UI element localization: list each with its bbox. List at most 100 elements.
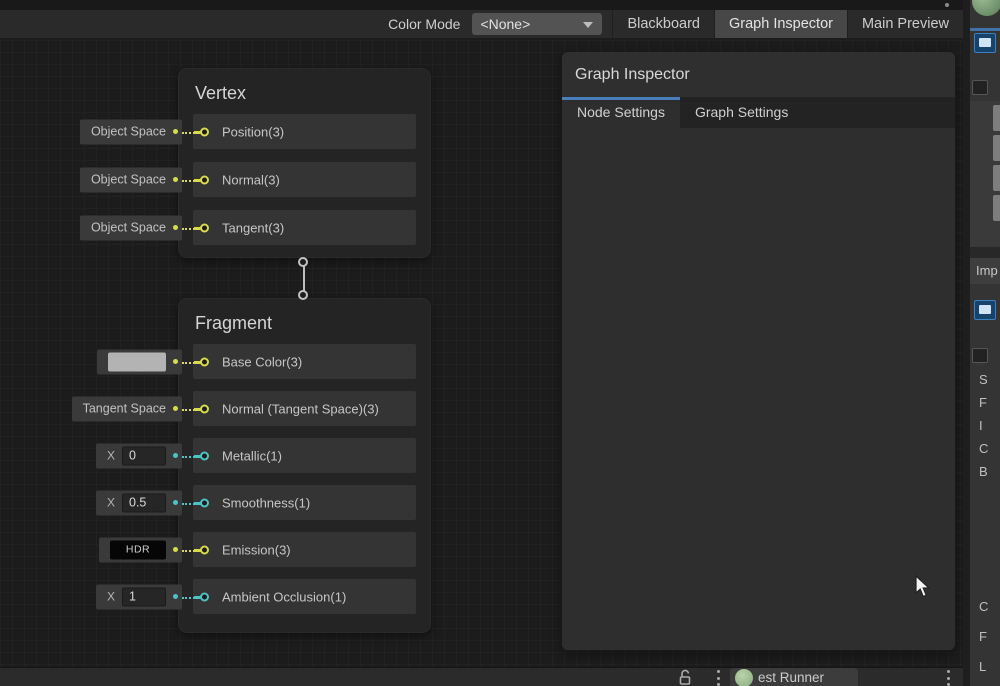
field-initial: I xyxy=(979,414,999,437)
color-mode-value: <None> xyxy=(480,16,530,32)
toolbar-button-main-preview[interactable]: Main Preview xyxy=(847,10,963,38)
toolbar-buttons: BlackboardGraph InspectorMain Preview xyxy=(612,10,963,38)
bottom-bar: est Runner xyxy=(0,667,963,686)
node-port-row: Object SpaceNormal(3) xyxy=(193,162,416,197)
node-title: Fragment xyxy=(195,310,416,336)
node-port-row: X0Metallic(1) xyxy=(193,438,416,473)
color-control[interactable] xyxy=(97,349,182,374)
tab-graph-settings[interactable]: Graph Settings xyxy=(680,97,803,128)
inspector-tabstrip: Node SettingsGraph Settings xyxy=(562,97,955,128)
unity-inspector-sliver: Imp SFICB CFL xyxy=(963,0,1000,686)
float-control[interactable]: X1 xyxy=(96,584,182,609)
input-port-icon[interactable] xyxy=(200,223,209,232)
field-initial: F xyxy=(979,391,999,414)
hdr-color-swatch: HDR xyxy=(110,540,166,559)
port-connector-dot xyxy=(173,129,178,134)
port-connector-dot xyxy=(173,225,178,230)
fragment-node[interactable]: FragmentBase Color(3)Tangent SpaceNormal… xyxy=(178,298,431,633)
space-dropdown-value: Object Space xyxy=(91,173,166,187)
hdr-control[interactable]: HDR xyxy=(99,537,182,562)
graph-inspector-panel: Graph Inspector Node SettingsGraph Setti… xyxy=(562,52,955,650)
port-label: Normal(3) xyxy=(222,172,280,187)
tab-node-settings[interactable]: Node Settings xyxy=(562,97,680,128)
selection-highlight xyxy=(970,28,1000,31)
sphere-preview-icon xyxy=(735,669,753,686)
float-control[interactable]: X0 xyxy=(96,443,182,468)
port-label: Ambient Occlusion(1) xyxy=(222,589,346,604)
space-dropdown-value: Object Space xyxy=(91,125,166,139)
checkbox[interactable] xyxy=(972,348,988,363)
input-port-icon[interactable] xyxy=(200,175,209,184)
x-prefix: X xyxy=(107,496,115,510)
node-port-row: Tangent SpaceNormal (Tangent Space)(3) xyxy=(193,391,416,426)
field-input-sliver[interactable] xyxy=(993,105,1000,131)
graph-inspector-title: Graph Inspector xyxy=(562,52,955,97)
input-port-icon[interactable] xyxy=(200,451,209,460)
edge-connector-top-icon[interactable] xyxy=(298,257,308,267)
field-initial: S xyxy=(979,368,999,391)
inspector-sliver-content: Imp SFICB CFL xyxy=(970,0,1000,686)
float-control[interactable]: X 0.5 xyxy=(96,490,182,515)
port-connector-dot xyxy=(173,359,178,364)
field-input-sliver[interactable] xyxy=(993,165,1000,191)
graph-toolbar: Color Mode <None> BlackboardGraph Inspec… xyxy=(0,10,963,40)
port-connector-dot xyxy=(173,453,178,458)
vertex-node[interactable]: Vertex Object SpacePosition(3) Object Spac… xyxy=(178,68,431,258)
port-connector-dot xyxy=(173,406,178,411)
dropdown-control[interactable]: Object Space xyxy=(80,119,182,144)
checkbox[interactable] xyxy=(972,80,988,95)
shader-asset-icon xyxy=(974,300,996,320)
kebab-menu-icon[interactable] xyxy=(716,670,720,686)
kebab-menu-icon[interactable] xyxy=(946,670,950,686)
node-port-row: X1Ambient Occlusion(1) xyxy=(193,579,416,614)
shader-asset-icon xyxy=(974,33,996,53)
color-mode-dropdown[interactable]: <None> xyxy=(472,13,602,35)
field-input-sliver[interactable] xyxy=(993,195,1000,221)
field-initial: B xyxy=(979,460,999,483)
float-value: 0.5 xyxy=(122,493,166,512)
field-initial: L xyxy=(979,652,999,682)
field-initial: C xyxy=(979,592,999,622)
port-label: Normal (Tangent Space)(3) xyxy=(222,401,379,416)
port-label: Smoothness(1) xyxy=(222,495,310,510)
dropdown-control[interactable]: Object Space xyxy=(80,215,182,240)
x-prefix: X xyxy=(107,590,115,604)
toolbar-button-blackboard[interactable]: Blackboard xyxy=(612,10,714,38)
color-swatch xyxy=(108,352,166,371)
shader-graph-window: Color Mode <None> BlackboardGraph Inspec… xyxy=(0,0,1000,686)
edge-connector-bottom-icon[interactable] xyxy=(298,290,308,300)
input-port-icon[interactable] xyxy=(200,545,209,554)
toolbar-button-graph-inspector[interactable]: Graph Inspector xyxy=(714,10,847,38)
input-port-icon[interactable] xyxy=(200,357,209,366)
inspector-field-initials: SFICB xyxy=(979,368,999,483)
material-sphere-icon xyxy=(972,0,1000,16)
node-port-row: Object SpaceTangent(3) xyxy=(193,210,416,245)
dropdown-control[interactable]: Object Space xyxy=(80,167,182,192)
input-port-icon[interactable] xyxy=(200,404,209,413)
float-value: 0 xyxy=(122,446,166,465)
node-title: Vertex xyxy=(195,80,416,106)
color-mode-label: Color Mode xyxy=(388,16,460,32)
field-initial: F xyxy=(979,622,999,652)
input-port-icon[interactable] xyxy=(200,127,209,136)
inspector-lower-initials: CFL xyxy=(979,592,999,682)
imported-object-header[interactable]: Imp xyxy=(970,258,1000,284)
field-input-sliver[interactable] xyxy=(993,135,1000,161)
port-connector-dot xyxy=(173,500,178,505)
port-connector-dot xyxy=(173,177,178,182)
port-label: Position(3) xyxy=(222,124,284,139)
inspector-body xyxy=(562,128,955,650)
unlock-icon[interactable] xyxy=(678,669,693,685)
chevron-down-icon xyxy=(583,22,593,28)
node-port-row: Object SpacePosition(3) xyxy=(193,114,416,149)
input-port-icon[interactable] xyxy=(200,592,209,601)
menu-dot-icon xyxy=(945,3,949,7)
port-connector-dot xyxy=(173,594,178,599)
top-strip xyxy=(0,0,963,10)
input-port-icon[interactable] xyxy=(200,498,209,507)
test-runner-tab[interactable]: est Runner xyxy=(730,668,858,686)
graph-canvas[interactable]: VertexObject SpacePosition(3)Object Spac… xyxy=(0,40,963,667)
dropdown-control[interactable]: Tangent Space xyxy=(72,396,182,421)
inspector-fields-section xyxy=(970,101,1000,247)
mouse-cursor-icon xyxy=(915,575,932,599)
